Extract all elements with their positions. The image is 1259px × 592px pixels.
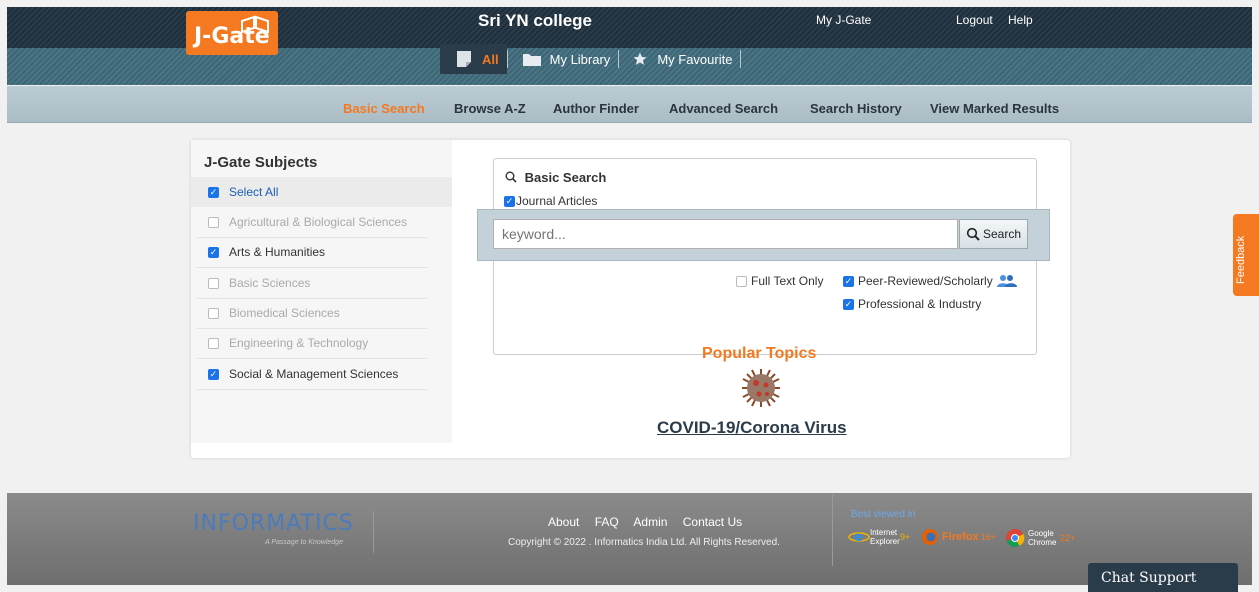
professional-industry-option[interactable]: ✓ Professional & Industry: [843, 297, 981, 311]
footer-contact-link[interactable]: Contact Us: [683, 515, 742, 529]
tab-my-favourite[interactable]: My Favourite: [619, 44, 740, 74]
folder-icon: [522, 53, 541, 66]
college-name: Sri YN college: [478, 11, 593, 30]
browser-version: 9+: [900, 532, 911, 542]
search-nav: Basic Search Browse A-Z Author Finder Ad…: [7, 86, 1252, 123]
subjects-sidebar: J-Gate Subjects ✓ Select All Agricultura…: [191, 140, 452, 443]
footer-links: About FAQ Admin Contact Us: [548, 515, 754, 529]
subject-label: Engineering & Technology: [229, 336, 369, 350]
search-icon: [505, 171, 517, 183]
subject-label: Social & Management Sciences: [229, 367, 399, 381]
tab-my-favourite-label: My Favourite: [657, 51, 733, 67]
nav-browse-az[interactable]: Browse A-Z: [454, 101, 526, 116]
basic-search-title: Basic Search: [524, 170, 607, 185]
chat-support-button[interactable]: Chat Support: [1088, 563, 1238, 592]
jgate-logo[interactable]: J-Gate: [186, 11, 278, 55]
subject-label: Arts & Humanities: [229, 245, 326, 259]
professional-industry-label: Professional & Industry: [858, 297, 982, 311]
full-text-only-option[interactable]: Full Text Only: [736, 274, 823, 288]
tab-my-library-label: My Library: [549, 51, 611, 67]
tab-bar: All My Library My Favourite: [440, 44, 742, 74]
best-viewed-label: Best viewed in: [851, 509, 916, 520]
svg-text:e: e: [854, 530, 863, 545]
checkbox-checked-icon[interactable]: ✓: [504, 195, 515, 207]
nav-basic-search[interactable]: Basic Search: [343, 101, 425, 116]
footer-divider: [832, 494, 833, 566]
checkbox-unchecked-icon[interactable]: [208, 277, 219, 289]
my-jgate-link[interactable]: My J-Gate: [816, 13, 871, 27]
help-link[interactable]: Help: [1008, 13, 1033, 27]
nav-view-marked-results[interactable]: View Marked Results: [930, 101, 1059, 116]
checkbox-unchecked-icon[interactable]: [208, 337, 219, 349]
tab-all-label: All: [482, 51, 499, 67]
copyright: Copyright © 2022 . Informatics India Ltd…: [508, 537, 780, 548]
browser-name: Internet Explorer: [870, 528, 900, 546]
tab-divider: [740, 50, 742, 68]
full-text-only-label: Full Text Only: [751, 274, 824, 288]
nav-advanced-search[interactable]: Advanced Search: [669, 101, 778, 116]
covid-topic-link[interactable]: COVID-19/Corona Virus: [657, 418, 847, 438]
browser-ie: e Internet Explorer 9+: [848, 528, 910, 546]
subject-agricultural[interactable]: Agricultural & Biological Sciences: [197, 207, 427, 238]
checkbox-checked-icon[interactable]: ✓: [843, 298, 854, 310]
virus-icon[interactable]: [740, 367, 782, 409]
users-icon: [996, 275, 1017, 287]
book-icon: [241, 15, 269, 34]
keyword-input[interactable]: [493, 219, 958, 249]
subject-biomedical-sciences[interactable]: Biomedical Sciences: [197, 298, 427, 329]
subject-label: Biomedical Sciences: [229, 306, 340, 320]
subject-label: Basic Sciences: [229, 276, 311, 290]
tab-my-library[interactable]: My Library: [508, 44, 619, 74]
subject-select-all[interactable]: ✓ Select All: [191, 177, 452, 207]
feedback-tab[interactable]: Feedback: [1233, 214, 1259, 296]
subjects-title: J-Gate Subjects: [204, 154, 318, 171]
subject-label: Agricultural & Biological Sciences: [229, 215, 408, 229]
browser-chrome: Google Chrome 22+: [1005, 528, 1075, 548]
checkbox-checked-icon[interactable]: ✓: [208, 246, 219, 258]
subject-engineering-technology[interactable]: Engineering & Technology: [197, 328, 427, 359]
checkbox-checked-icon[interactable]: ✓: [843, 275, 854, 287]
search-button-label: Search: [982, 227, 1022, 241]
footer-about-link[interactable]: About: [548, 515, 579, 529]
browser-name: Firefox: [942, 531, 979, 543]
subject-basic-sciences[interactable]: Basic Sciences: [197, 268, 427, 299]
checkbox-unchecked-icon[interactable]: [208, 307, 219, 319]
nav-author-finder[interactable]: Author Finder: [553, 101, 639, 116]
tab-all[interactable]: All: [440, 44, 507, 74]
footer-faq-link[interactable]: FAQ: [595, 515, 619, 529]
checkbox-unchecked-icon[interactable]: [208, 216, 219, 228]
informatics-logo-text: INFORMATICS: [193, 511, 354, 536]
nav-search-history[interactable]: Search History: [810, 101, 902, 116]
search-icon: [966, 227, 980, 241]
journal-articles-option[interactable]: ✓ Journal Articles: [504, 194, 597, 208]
browser-name: Google Chrome: [1028, 529, 1057, 547]
document-icon: [457, 51, 471, 67]
informatics-logo[interactable]: INFORMATICS A Passage to Knowledge: [193, 511, 374, 553]
footer-admin-link[interactable]: Admin: [633, 515, 667, 529]
journal-articles-label: Journal Articles: [516, 194, 598, 208]
checkbox-checked-icon[interactable]: ✓: [208, 368, 219, 380]
popular-topics-title: Popular Topics: [702, 345, 817, 362]
chrome-icon: [1006, 529, 1025, 548]
checkbox-unchecked-icon[interactable]: [736, 275, 747, 287]
logout-link[interactable]: Logout: [956, 13, 993, 27]
search-button[interactable]: Search: [959, 219, 1028, 249]
basic-search-heading: Basic Search: [505, 170, 606, 185]
checkbox-checked-icon[interactable]: ✓: [208, 186, 219, 198]
firefox-icon: [922, 529, 938, 545]
feedback-label: Feedback: [1235, 235, 1247, 284]
star-icon: [633, 52, 647, 65]
internet-explorer-icon: e: [848, 530, 870, 545]
browser-version: 22+: [1060, 533, 1076, 543]
browser-firefox: Firefox 16+: [920, 528, 996, 546]
subject-label: Select All: [229, 185, 279, 199]
peer-reviewed-label: Peer-Reviewed/Scholarly: [858, 274, 993, 288]
browser-version: 16+: [980, 532, 996, 542]
subject-arts-humanities[interactable]: ✓ Arts & Humanities: [197, 237, 427, 268]
subject-social-management[interactable]: ✓ Social & Management Sciences: [197, 359, 427, 390]
informatics-tagline: A Passage to Knowledge: [265, 539, 343, 546]
peer-reviewed-option[interactable]: ✓ Peer-Reviewed/Scholarly: [843, 274, 1017, 288]
